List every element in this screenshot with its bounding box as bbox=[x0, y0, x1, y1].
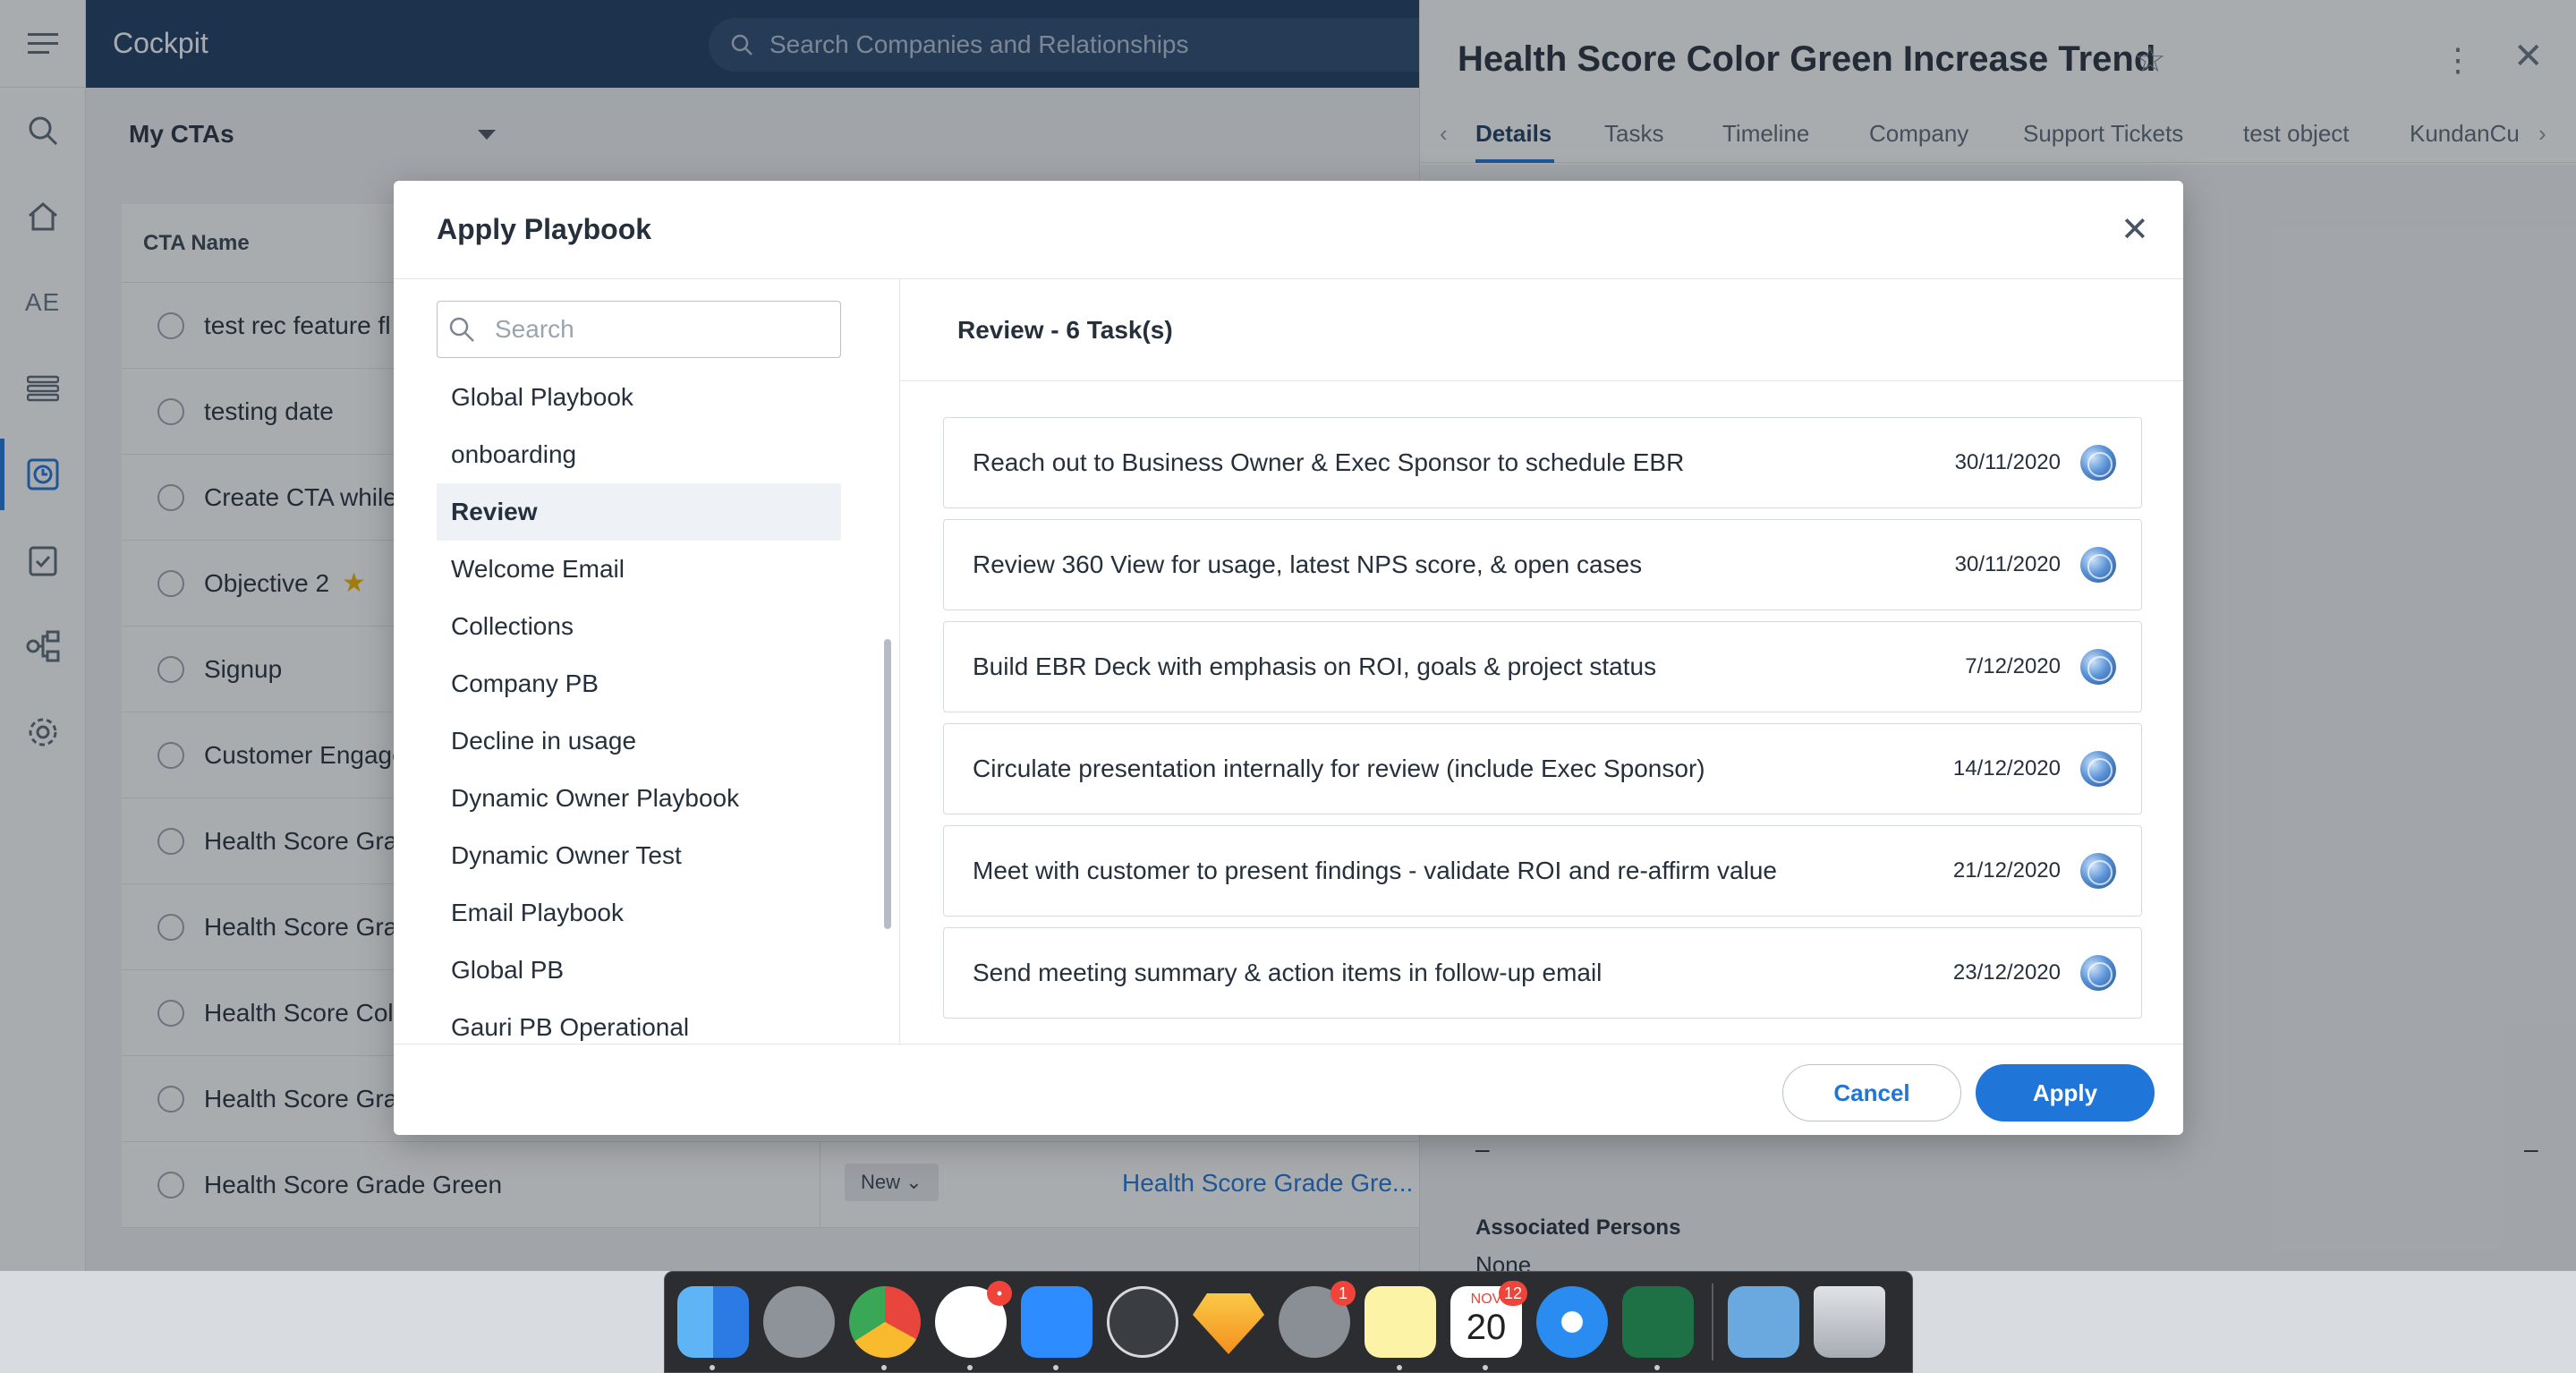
list-item[interactable]: Dynamic Owner Playbook bbox=[437, 770, 841, 827]
finder-icon[interactable] bbox=[677, 1286, 749, 1370]
task-date: 30/11/2020 bbox=[1954, 552, 2061, 576]
owner-avatar-icon[interactable] bbox=[2080, 445, 2116, 481]
notes-icon[interactable] bbox=[1365, 1286, 1436, 1370]
task-row[interactable]: Reach out to Business Owner & Exec Spons… bbox=[943, 417, 2142, 508]
list-item-selected[interactable]: Review bbox=[437, 483, 841, 541]
close-icon[interactable]: ✕ bbox=[2121, 209, 2149, 250]
task-name: Circulate presentation internally for re… bbox=[973, 755, 1705, 782]
modal-header: Apply Playbook ✕ bbox=[394, 181, 2183, 279]
playbook-search-field[interactable] bbox=[437, 301, 841, 358]
list-item[interactable]: Gauri PB Operational bbox=[437, 999, 841, 1044]
tasks-header: Review - 6 Task(s) bbox=[900, 279, 2183, 381]
running-indicator bbox=[710, 1365, 715, 1370]
playbook-search-input[interactable] bbox=[495, 315, 817, 344]
running-indicator bbox=[1483, 1365, 1488, 1370]
search-icon bbox=[449, 317, 474, 342]
list-item[interactable]: Global Playbook bbox=[437, 369, 841, 426]
task-row[interactable]: Send meeting summary & action items in f… bbox=[943, 927, 2142, 1019]
task-date: 30/11/2020 bbox=[1954, 450, 2061, 474]
trash-icon[interactable] bbox=[1814, 1286, 1885, 1358]
task-row[interactable]: Meet with customer to present findings -… bbox=[943, 825, 2142, 917]
chrome-icon[interactable] bbox=[849, 1286, 921, 1370]
list-item[interactable]: Dynamic Owner Test bbox=[437, 827, 841, 884]
running-indicator bbox=[1397, 1365, 1402, 1370]
list-item[interactable]: onboarding bbox=[437, 426, 841, 483]
notification-badge: 12 bbox=[1498, 1281, 1527, 1306]
owner-avatar-icon[interactable] bbox=[2080, 751, 2116, 787]
task-name: Reach out to Business Owner & Exec Spons… bbox=[973, 448, 1685, 476]
playbook-list: G uri nitya Global Playbook onboarding R… bbox=[437, 311, 841, 1044]
playbook-list-pane: G uri nitya Global Playbook onboarding R… bbox=[394, 279, 900, 1044]
owner-avatar-icon[interactable] bbox=[2080, 649, 2116, 685]
list-item[interactable]: Collections bbox=[437, 598, 841, 655]
running-indicator bbox=[1654, 1365, 1660, 1370]
running-indicator bbox=[967, 1365, 973, 1370]
calendar-day: 20 bbox=[1466, 1308, 1507, 1347]
list-item[interactable]: Company PB bbox=[437, 655, 841, 712]
task-date: 7/12/2020 bbox=[1965, 654, 2061, 678]
notification-badge: • bbox=[987, 1281, 1012, 1306]
owner-avatar-icon[interactable] bbox=[2080, 547, 2116, 583]
task-name: Build EBR Deck with emphasis on ROI, goa… bbox=[973, 652, 1657, 680]
notification-badge: 1 bbox=[1331, 1281, 1356, 1306]
modal-title: Apply Playbook bbox=[437, 213, 652, 245]
excel-icon[interactable] bbox=[1622, 1286, 1694, 1370]
owner-avatar-icon[interactable] bbox=[2080, 853, 2116, 889]
safari-icon[interactable] bbox=[1536, 1286, 1608, 1358]
owner-avatar-icon[interactable] bbox=[2080, 955, 2116, 991]
apply-playbook-modal: Apply Playbook ✕ G uri nitya Global Play… bbox=[394, 181, 2183, 1135]
task-date: 23/12/2020 bbox=[1952, 960, 2061, 985]
apply-button[interactable]: Apply bbox=[1976, 1064, 2155, 1121]
task-date: 21/12/2020 bbox=[1952, 858, 2061, 883]
dock-separator bbox=[1712, 1283, 1713, 1360]
modal-footer: Cancel Apply bbox=[394, 1044, 2183, 1135]
list-item[interactable]: Global PB bbox=[437, 942, 841, 999]
task-name: Send meeting summary & action items in f… bbox=[973, 959, 1603, 986]
task-name: Meet with customer to present findings -… bbox=[973, 857, 1777, 884]
running-indicator bbox=[881, 1365, 887, 1370]
system-preferences-icon[interactable]: 1 bbox=[1279, 1281, 1356, 1358]
gainsight-icon[interactable] bbox=[1107, 1286, 1178, 1358]
sketch-icon[interactable] bbox=[1193, 1293, 1264, 1354]
launchpad-icon[interactable] bbox=[763, 1286, 835, 1358]
scrollbar[interactable] bbox=[884, 639, 891, 929]
calendar-icon[interactable]: NOV 20 12 bbox=[1450, 1281, 1527, 1370]
cancel-button[interactable]: Cancel bbox=[1782, 1064, 1961, 1121]
macos-dock: • 1 NOV 20 12 bbox=[664, 1271, 1913, 1373]
task-row[interactable]: Circulate presentation internally for re… bbox=[943, 723, 2142, 814]
task-list: Reach out to Business Owner & Exec Spons… bbox=[943, 417, 2142, 1029]
playbook-tasks-pane: Review - 6 Task(s) Reach out to Business… bbox=[900, 279, 2183, 1044]
task-date: 14/12/2020 bbox=[1952, 756, 2061, 780]
task-row[interactable]: Build EBR Deck with emphasis on ROI, goa… bbox=[943, 621, 2142, 712]
task-row[interactable]: Review 360 View for usage, latest NPS sc… bbox=[943, 519, 2142, 610]
list-item[interactable]: Email Playbook bbox=[437, 884, 841, 942]
list-item[interactable]: Welcome Email bbox=[437, 541, 841, 598]
downloads-folder-icon[interactable] bbox=[1728, 1286, 1799, 1358]
zoom-icon[interactable] bbox=[1021, 1286, 1092, 1370]
running-indicator bbox=[1053, 1365, 1058, 1370]
list-item[interactable]: Decline in usage bbox=[437, 712, 841, 770]
task-name: Review 360 View for usage, latest NPS sc… bbox=[973, 550, 1643, 578]
slack-icon[interactable]: • bbox=[935, 1281, 1012, 1370]
